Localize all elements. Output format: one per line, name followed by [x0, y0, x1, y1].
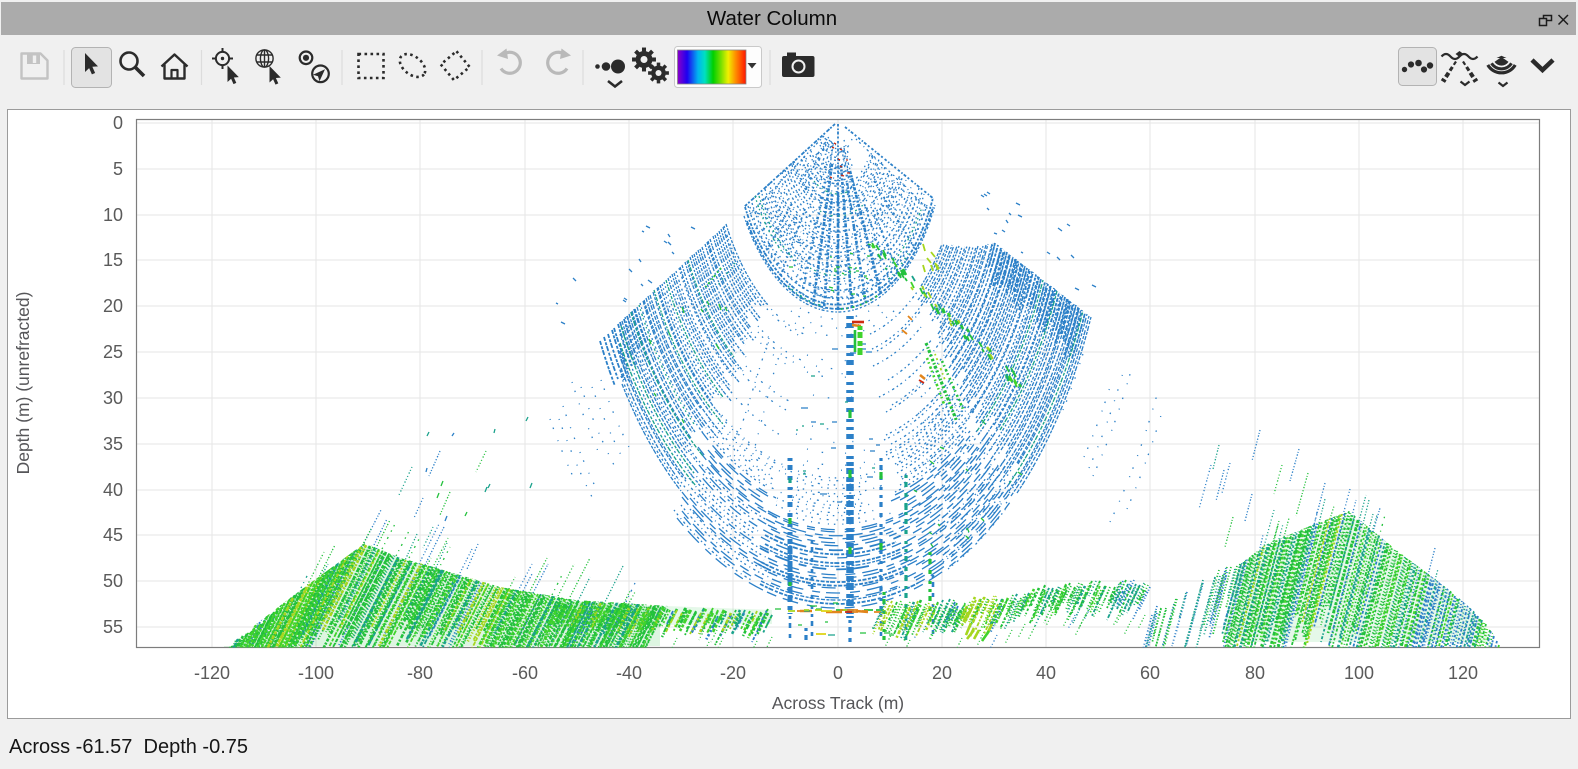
- svg-text:100: 100: [1344, 663, 1374, 683]
- svg-text:Depth (m) (unrefracted): Depth (m) (unrefracted): [13, 292, 33, 475]
- svg-text:40: 40: [103, 480, 123, 500]
- svg-text:-80: -80: [407, 663, 433, 683]
- svg-text:Across Track (m): Across Track (m): [772, 693, 904, 713]
- svg-text:-60: -60: [512, 663, 538, 683]
- svg-text:80: 80: [1245, 663, 1265, 683]
- svg-text:25: 25: [103, 342, 123, 362]
- svg-text:15: 15: [103, 250, 123, 270]
- svg-text:60: 60: [1140, 663, 1160, 683]
- svg-text:40: 40: [1036, 663, 1056, 683]
- svg-text:120: 120: [1448, 663, 1478, 683]
- svg-text:30: 30: [103, 388, 123, 408]
- svg-text:35: 35: [103, 434, 123, 454]
- svg-text:10: 10: [103, 205, 123, 225]
- svg-text:20: 20: [932, 663, 952, 683]
- svg-text:55: 55: [103, 617, 123, 637]
- svg-text:-100: -100: [298, 663, 334, 683]
- svg-text:0: 0: [833, 663, 843, 683]
- svg-text:50: 50: [103, 571, 123, 591]
- svg-text:20: 20: [103, 296, 123, 316]
- svg-text:5: 5: [113, 159, 123, 179]
- svg-text:-40: -40: [616, 663, 642, 683]
- svg-text:45: 45: [103, 525, 123, 545]
- svg-text:-20: -20: [720, 663, 746, 683]
- svg-text:-120: -120: [194, 663, 230, 683]
- svg-text:0: 0: [113, 113, 123, 133]
